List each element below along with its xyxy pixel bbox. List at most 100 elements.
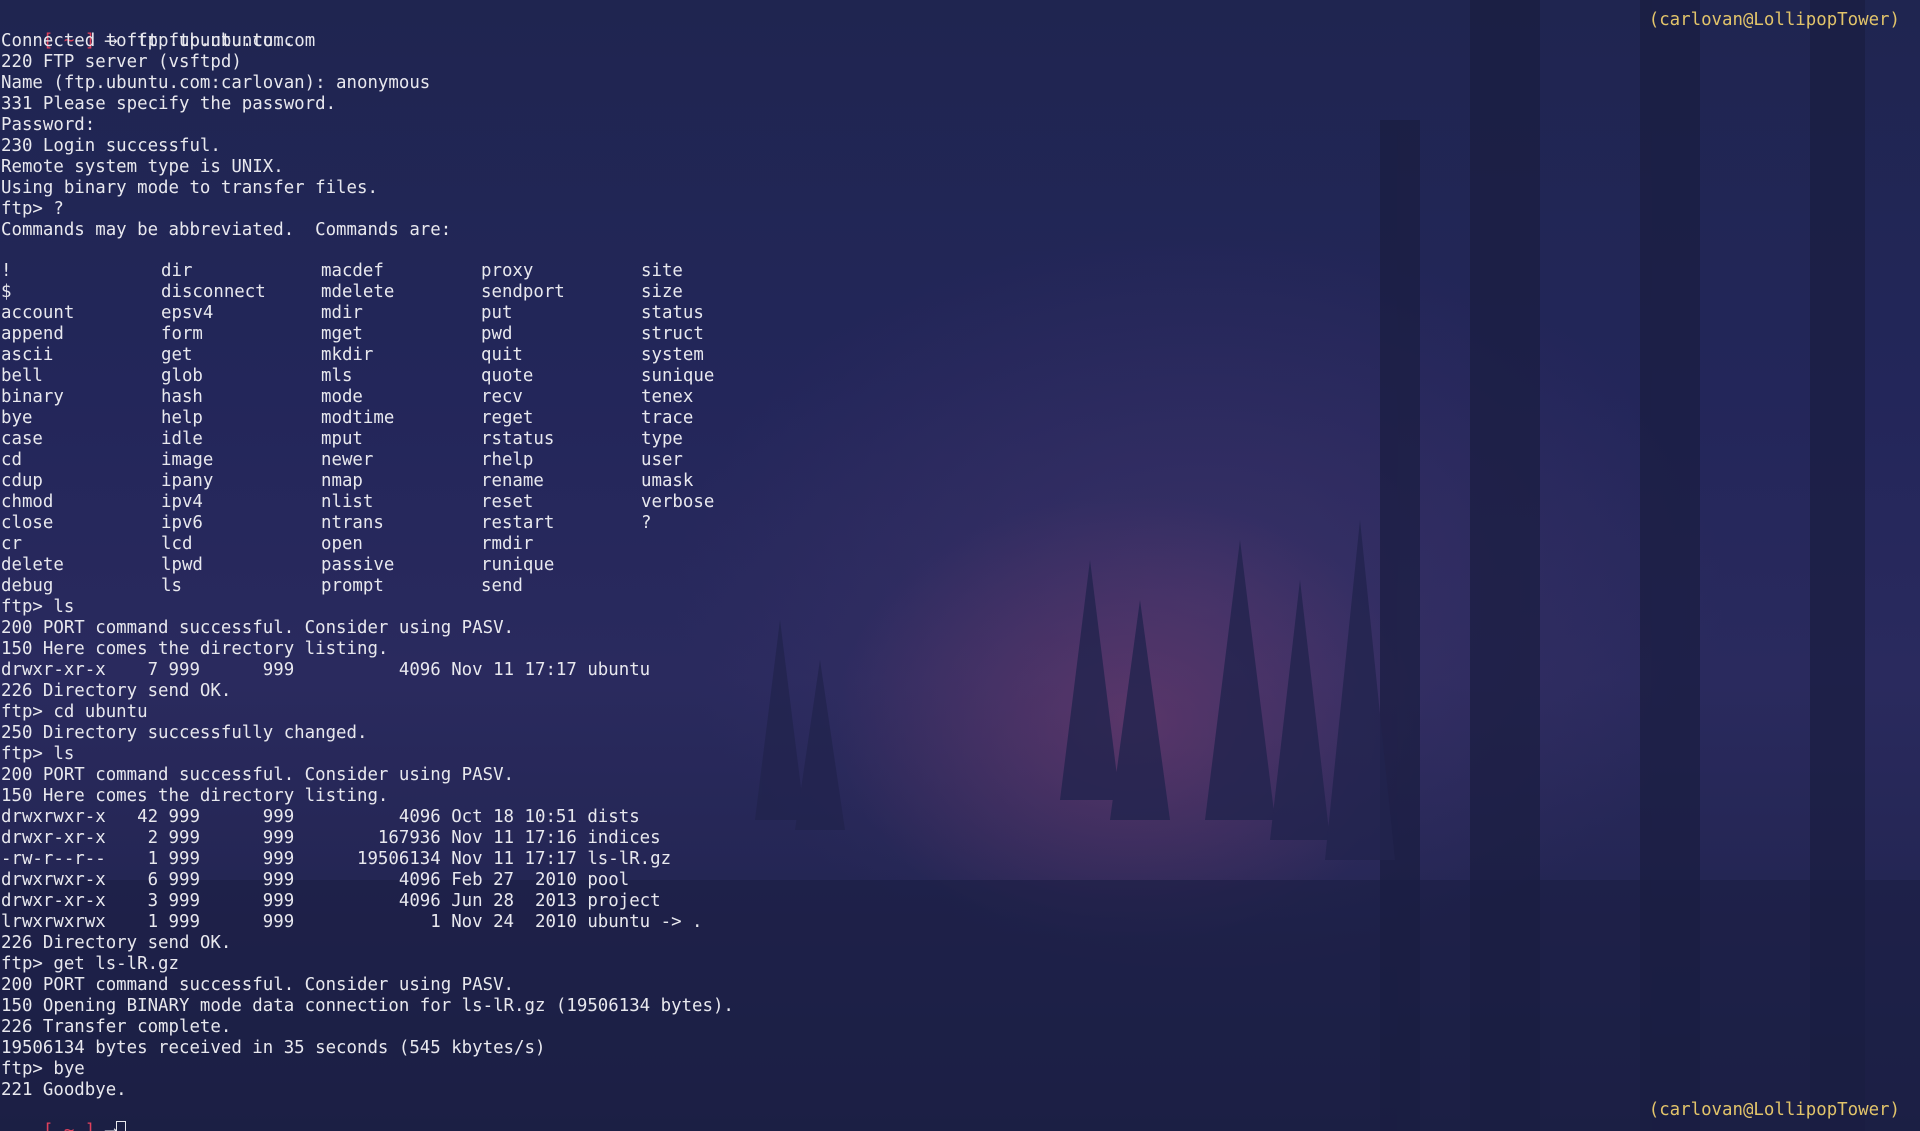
command-name: umask [641, 471, 694, 491]
ftp-command-line: ftp> cd ubuntu [1, 702, 148, 722]
output-line: 200 PORT command successful. Consider us… [1, 765, 515, 785]
command-name: trace [641, 408, 694, 428]
command-name: tenex [641, 387, 694, 407]
prompt-host-label: (carlovan@LollipopTower) [1648, 1100, 1900, 1120]
command-name: help [161, 408, 203, 428]
command-name: nlist [321, 492, 374, 512]
output-line: 226 Directory send OK. [1, 933, 232, 953]
command-name: ipany [161, 471, 214, 491]
commands-column-5: site size status struct system sunique tenex tr… [641, 261, 714, 534]
output-line: 220 FTP server (vsftpd) [1, 52, 242, 72]
ftp-command-line: ftp> ls [1, 597, 75, 617]
command-name: proxy [481, 261, 534, 281]
command-name: runique [481, 555, 555, 575]
command-name: glob [161, 366, 203, 386]
commands-column-3: macdef mdelete mdir mget mkdir mls mode modtime… [321, 261, 394, 597]
output-line: 200 PORT command successful. Consider us… [1, 618, 515, 638]
command-name: debug [1, 576, 54, 596]
output-line: 150 Here comes the directory listing. [1, 639, 389, 659]
command-name: mls [321, 366, 353, 386]
command-name: mkdir [321, 345, 374, 365]
command-name: prompt [321, 576, 384, 596]
output-line: 19506134 bytes received in 35 seconds (5… [1, 1038, 546, 1058]
command-name: hash [161, 387, 203, 407]
output-line: drwxr-xr-x 7 999 999 4096 Nov 11 17:17 u… [1, 660, 651, 680]
prompt-cwd: [ ~ ] [42, 1121, 96, 1131]
command-name: status [641, 303, 704, 323]
command-name: reget [481, 408, 534, 428]
command-name: idle [161, 429, 203, 449]
prompt-host-label: (carlovan@LollipopTower) [1648, 10, 1900, 30]
command-name: bye [1, 408, 33, 428]
command-name: sendport [481, 282, 565, 302]
command-name: pwd [481, 324, 513, 344]
command-name: ascii [1, 345, 54, 365]
command-name: get [161, 345, 193, 365]
command-name: recv [481, 387, 523, 407]
command-name: system [641, 345, 704, 365]
command-name: ipv6 [161, 513, 203, 533]
text-cursor[interactable] [116, 1121, 127, 1131]
output-line: Commands may be abbreviated. Commands ar… [1, 220, 452, 240]
output-line: drwxr-xr-x 3 999 999 4096 Jun 28 2013 pr… [1, 891, 661, 911]
output-line: Using binary mode to transfer files. [1, 178, 378, 198]
output-line: Name (ftp.ubuntu.com:carlovan): anonymou… [1, 73, 431, 93]
command-name: nmap [321, 471, 363, 491]
output-line: lrwxrwxrwx 1 999 999 1 Nov 24 2010 ubunt… [1, 912, 703, 932]
output-line: drwxrwxr-x 6 999 999 4096 Feb 27 2010 po… [1, 870, 630, 890]
command-name: epsv4 [161, 303, 214, 323]
command-name: mdelete [321, 282, 395, 302]
terminal-window[interactable]: [ ~ ] ⟶ ftp ftp.ubuntu.com (carlovan@Lol… [0, 0, 1920, 1131]
command-name: bell [1, 366, 43, 386]
command-name: close [1, 513, 54, 533]
command-name: ipv4 [161, 492, 203, 512]
command-name: account [1, 303, 75, 323]
output-line: Password: [1, 115, 96, 135]
command-name: mode [321, 387, 363, 407]
output-line: 250 Directory successfully changed. [1, 723, 368, 743]
command-name: lcd [161, 534, 193, 554]
command-name: delete [1, 555, 64, 575]
command-name: ntrans [321, 513, 384, 533]
command-name: rename [481, 471, 544, 491]
output-line: 200 PORT command successful. Consider us… [1, 975, 515, 995]
command-name: type [641, 429, 683, 449]
command-name: ls [161, 576, 182, 596]
output-line: drwxr-xr-x 2 999 999 167936 Nov 11 17:16… [1, 828, 661, 848]
command-name: send [481, 576, 523, 596]
command-name: size [641, 282, 683, 302]
command-name: mdir [321, 303, 363, 323]
ftp-command-line: ftp> get ls-lR.gz [1, 954, 179, 974]
command-name: lpwd [161, 555, 203, 575]
command-name: rstatus [481, 429, 555, 449]
command-name: cr [1, 534, 22, 554]
command-name: open [321, 534, 363, 554]
command-name: $ [1, 282, 12, 302]
command-name: struct [641, 324, 704, 344]
output-line: 150 Opening BINARY mode data connection … [1, 996, 734, 1016]
command-name: macdef [321, 261, 384, 281]
command-name: site [641, 261, 683, 281]
output-line: Remote system type is UNIX. [1, 157, 284, 177]
commands-column-2: dir disconnect epsv4 form get glob hash help idl… [161, 261, 266, 597]
command-name: append [1, 324, 64, 344]
command-name: sunique [641, 366, 715, 386]
command-name: cd [1, 450, 22, 470]
prompt-line-last[interactable]: [ ~ ] ⟶ [1, 1100, 127, 1131]
command-name: rmdir [481, 534, 534, 554]
ftp-command-line: ftp> ls [1, 744, 75, 764]
command-name: restart [481, 513, 555, 533]
output-line: 150 Here comes the directory listing. [1, 786, 389, 806]
command-name: ! [1, 261, 12, 281]
commands-column-1: ! $ account append ascii bell binary bye case cd c… [1, 261, 74, 597]
command-name: reset [481, 492, 534, 512]
output-line: Connected to ftp.ubuntu.com. [1, 31, 295, 51]
command-name: ? [641, 513, 652, 533]
command-name: rhelp [481, 450, 534, 470]
output-line: drwxrwxr-x 42 999 999 4096 Oct 18 10:51 … [1, 807, 640, 827]
prompt-line-first: [ ~ ] ⟶ ftp ftp.ubuntu.com [1, 10, 315, 51]
output-line: 221 Goodbye. [1, 1080, 127, 1100]
output-line: ftp> ? [1, 199, 64, 219]
command-name: mput [321, 429, 363, 449]
commands-column-4: proxy sendport put pwd quit quote recv reget rst… [481, 261, 565, 597]
